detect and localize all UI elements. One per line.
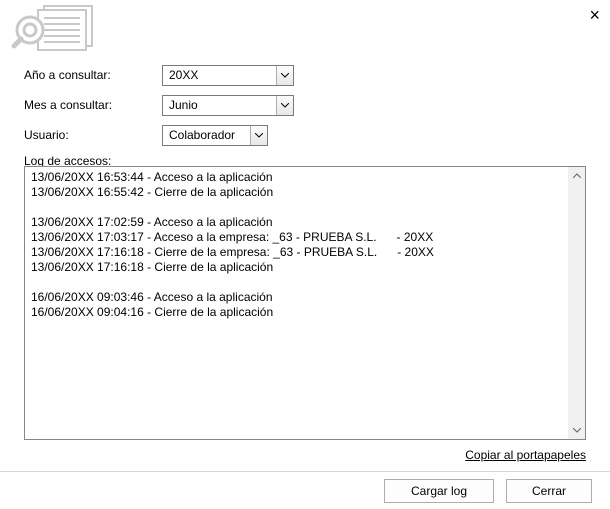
log-blank-line — [31, 200, 562, 215]
log-line: 16/06/20XX 09:03:46 - Acceso a la aplica… — [31, 290, 562, 305]
chevron-down-icon[interactable] — [276, 66, 293, 85]
year-label: Año a consultar: — [24, 68, 162, 82]
year-combo[interactable]: 20XX — [162, 65, 294, 86]
log-line: 13/06/20XX 16:53:44 - Acceso a la aplica… — [31, 170, 562, 185]
log-line: 13/06/20XX 17:16:18 - Cierre de la aplic… — [31, 260, 562, 275]
year-value: 20XX — [163, 66, 276, 85]
log-line: 13/06/20XX 16:55:42 - Cierre de la aplic… — [31, 185, 562, 200]
load-log-button[interactable]: Cargar log — [384, 479, 494, 503]
log-line: 13/06/20XX 17:16:18 - Cierre de la empre… — [31, 245, 562, 260]
log-line: 13/06/20XX 17:03:17 - Acceso a la empres… — [31, 230, 562, 245]
log-line: 13/06/20XX 17:02:59 - Acceso a la aplica… — [31, 215, 562, 230]
footer: Cargar log Cerrar — [0, 471, 610, 509]
log-line: 16/06/20XX 09:04:16 - Cierre de la aplic… — [31, 305, 562, 320]
scroll-down-icon[interactable] — [568, 422, 585, 439]
month-combo[interactable]: Junio — [162, 95, 294, 116]
user-combo[interactable]: Colaborador — [162, 125, 268, 146]
close-icon[interactable]: × — [589, 6, 600, 24]
month-label: Mes a consultar: — [24, 98, 162, 112]
scrollbar[interactable] — [568, 167, 585, 439]
user-value: Colaborador — [163, 126, 250, 145]
log-blank-line — [31, 275, 562, 290]
chevron-down-icon[interactable] — [276, 96, 293, 115]
log-textarea[interactable]: 13/06/20XX 16:53:44 - Acceso a la aplica… — [24, 166, 586, 440]
close-button[interactable]: Cerrar — [506, 479, 592, 503]
scroll-up-icon[interactable] — [568, 167, 585, 184]
copy-to-clipboard-link[interactable]: Copiar al portapapeles — [465, 448, 586, 462]
log-search-icon — [10, 4, 100, 54]
user-label: Usuario: — [24, 128, 162, 142]
month-value: Junio — [163, 96, 276, 115]
chevron-down-icon[interactable] — [250, 126, 267, 145]
